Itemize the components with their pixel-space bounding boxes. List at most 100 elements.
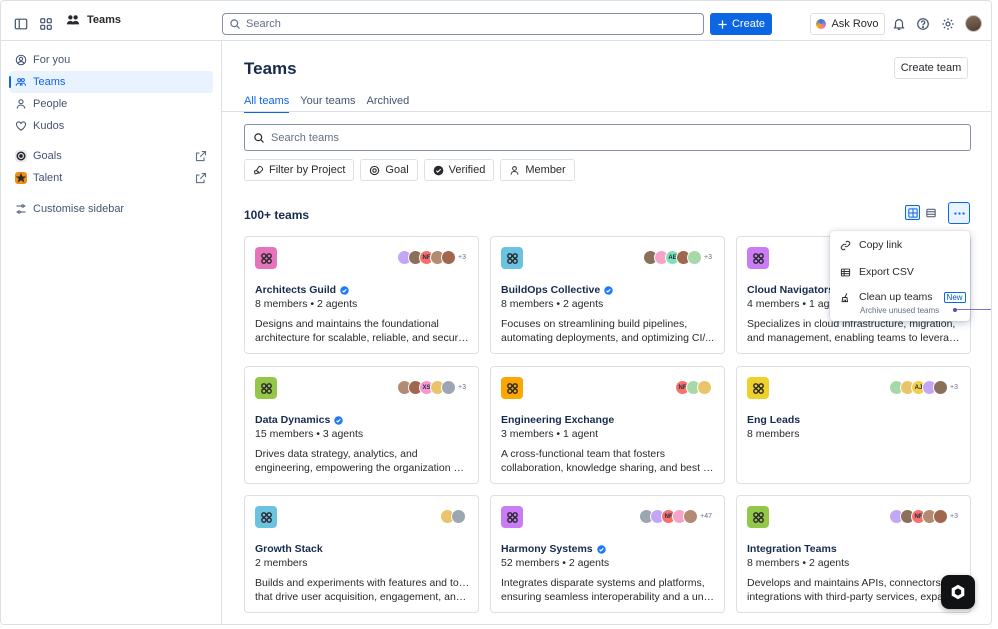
member-avatar[interactable] (441, 380, 457, 395)
verified-check-icon (433, 165, 443, 175)
tabs: All teams Your teams Archived (244, 95, 410, 113)
team-name[interactable]: Data Dynamics (255, 414, 344, 426)
heart-icon (15, 121, 27, 131)
rovo-chat-button[interactable] (941, 575, 975, 609)
search-icon (230, 19, 240, 29)
team-card[interactable]: Growth Stack 2 members Builds and experi… (244, 495, 479, 613)
team-card[interactable]: NF +3 Architects Guild 8 members • 2 agen… (244, 236, 479, 354)
tabs-divider (222, 111, 991, 112)
verified-badge-icon (334, 415, 344, 425)
team-icon (501, 506, 523, 528)
member-avatar[interactable] (933, 380, 949, 395)
more-members-count: +3 (704, 254, 712, 261)
create-team-button[interactable]: Create team (894, 57, 968, 79)
sidebar-toggle-icon[interactable] (10, 13, 32, 35)
settings-gear-icon[interactable] (937, 13, 959, 35)
filter-goal-button[interactable]: Goal (360, 159, 418, 181)
verified-badge-icon (340, 285, 349, 295)
menu-item-export-csv[interactable]: Export CSV (830, 260, 970, 284)
tab-your-teams[interactable]: Your teams (300, 95, 355, 111)
ask-rovo-button[interactable]: Ask Rovo (810, 13, 885, 35)
more-members-count: +3 (458, 384, 466, 391)
team-description: Drives data strategy, analytics, and engi… (255, 447, 470, 475)
menu-item-subtext: Archive unused teams (860, 306, 940, 315)
team-meta: 8 members • 2 agents (501, 298, 604, 310)
app-brand[interactable]: Teams (65, 12, 121, 28)
rocket-icon (253, 165, 264, 175)
sidebar-item-for-you[interactable]: For you (10, 49, 213, 71)
app-name: Teams (87, 14, 122, 26)
team-description-line: Drives data strategy, analytics, and (255, 448, 418, 460)
team-description-line: ensuring seamless interoperability and a… (501, 591, 716, 603)
teams-count: 100+ teams (244, 208, 310, 222)
member-avatar[interactable] (933, 509, 949, 524)
member-avatar[interactable] (687, 250, 703, 265)
more-members-count: +47 (700, 513, 712, 520)
team-icon (255, 247, 277, 269)
team-name[interactable]: Eng Leads (747, 414, 800, 426)
sidebar-item-teams[interactable]: Teams (9, 71, 213, 93)
team-icon (747, 247, 769, 269)
team-description-line: Designs and maintains the foundational (255, 318, 439, 330)
team-card[interactable]: AE +3 BuildOps Collective 8 members • 2 a… (490, 236, 725, 354)
sidebar-item-people[interactable]: People (10, 93, 213, 115)
more-horizontal-icon (953, 211, 965, 215)
team-description-line: Builds and experiments with features and… (255, 577, 470, 589)
create-button[interactable]: Create (710, 13, 772, 35)
sidebar-item-kudos[interactable]: Kudos (10, 115, 213, 137)
global-search-input[interactable]: Search (222, 13, 704, 35)
team-name[interactable]: BuildOps Collective (501, 284, 613, 296)
sidebar-item-goals[interactable]: Goals (10, 145, 213, 167)
search-icon (254, 132, 264, 143)
team-card[interactable]: NF Engineering Exchange 3 members • 1 ag… (490, 366, 725, 484)
goals-icon (15, 150, 27, 162)
team-icon (255, 506, 277, 528)
team-meta: 8 members • 2 agents (747, 557, 850, 569)
team-description: Integrates disparate systems and platfor… (501, 576, 716, 604)
team-description-line: A cross-functional team that fosters (501, 448, 665, 460)
team-name[interactable]: Engineering Exchange (501, 414, 614, 426)
member-avatar[interactable] (451, 509, 466, 524)
filter-verified-button[interactable]: Verified (423, 159, 495, 181)
tab-all-teams[interactable]: All teams (244, 95, 290, 113)
member-avatar[interactable] (697, 380, 712, 395)
team-card[interactable]: NF +3 Integration Teams 8 members • 2 age… (736, 495, 971, 613)
filter-by-project-button[interactable]: Filter by Project (244, 159, 355, 181)
verified-badge-icon (596, 544, 606, 554)
team-name[interactable]: Integration Teams (747, 543, 837, 555)
team-name[interactable]: Growth Stack (255, 543, 323, 555)
team-description-line: Integrates disparate systems and platfor… (501, 577, 705, 589)
team-description-line: engineering, empowering the organization… (255, 462, 470, 474)
team-meta: 2 members (255, 557, 308, 569)
team-card[interactable]: NF +47 Harmony Systems 52 members • 2 age… (490, 495, 725, 613)
team-icon (747, 377, 769, 399)
member-avatar[interactable] (683, 509, 699, 524)
team-description-line: collaboration, knowledge sharing, and be… (501, 462, 716, 474)
member-avatars: NF +3 (889, 509, 958, 524)
team-card[interactable]: XS +3 Data Dynamics 15 members • 3 agents… (244, 366, 479, 484)
tab-archived[interactable]: Archived (367, 95, 410, 111)
team-name[interactable]: Harmony Systems (501, 543, 606, 555)
app-switcher-icon[interactable] (35, 13, 57, 35)
sidebar-item-talent[interactable]: Talent (10, 167, 213, 189)
team-card[interactable]: AJ +3 Eng Leads 8 members (736, 366, 971, 484)
grid-view-icon[interactable] (905, 205, 920, 220)
notifications-bell-icon[interactable] (888, 13, 910, 35)
help-icon[interactable] (912, 13, 934, 35)
team-description-line: and management, enabling teams to levera… (747, 332, 962, 344)
more-options-button[interactable] (948, 202, 970, 224)
team-name[interactable]: Architects Guild (255, 284, 349, 296)
team-description-line: Develops and maintains APIs, connectors,… (747, 577, 962, 589)
external-link-icon (195, 150, 207, 162)
member-avatar[interactable] (441, 250, 457, 265)
new-badge: New (943, 291, 966, 303)
menu-item-copy-link[interactable]: Copy link (830, 233, 970, 257)
user-avatar[interactable] (965, 15, 982, 32)
team-search-input[interactable]: Search teams (244, 124, 971, 151)
filter-member-button[interactable]: Member (500, 159, 575, 181)
customise-sidebar-button[interactable]: Customise sidebar (10, 198, 213, 220)
person-icon (510, 165, 519, 175)
list-view-icon[interactable] (923, 205, 938, 220)
team-icon (501, 247, 523, 269)
more-options-menu: Copy link Export CSV Clean up teams New … (830, 231, 970, 321)
